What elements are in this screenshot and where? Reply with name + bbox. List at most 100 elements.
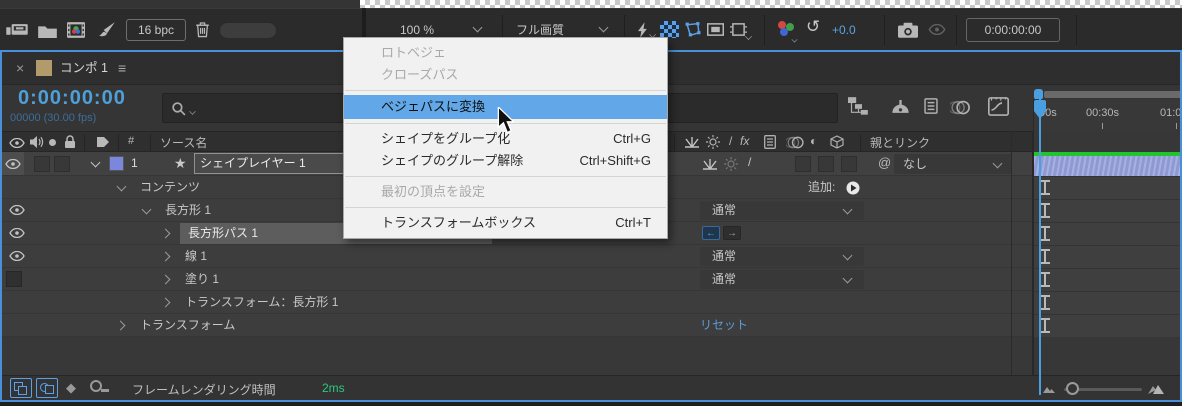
blend-mode-dropdown[interactable]: 通常	[700, 247, 864, 266]
eye-icon[interactable]	[9, 251, 25, 261]
property-label[interactable]: トランスフォーム：長方形 1	[185, 291, 338, 314]
transparency-grid-icon[interactable]	[660, 21, 679, 38]
motion-blur-column-icon[interactable]	[786, 136, 804, 149]
layer-label-swatch[interactable]	[109, 156, 124, 171]
time-ruler[interactable]: 00s 00:30s 01:00s	[1033, 99, 1182, 131]
zoom-out-mountain-icon[interactable]	[1043, 385, 1055, 393]
fx-column-icon[interactable]: fx	[740, 134, 749, 148]
zoom-in-mountain-icon[interactable]	[1148, 383, 1164, 394]
keyframe-ibeam[interactable]	[1040, 272, 1050, 287]
blend-mode-dropdown[interactable]: 通常	[700, 201, 864, 220]
new-folder-icon[interactable]	[38, 24, 57, 38]
timeline-zoom-knob[interactable]	[1066, 382, 1079, 395]
keyframe-ibeam[interactable]	[1040, 318, 1050, 333]
property-label[interactable]: 長方形パス 1	[188, 222, 258, 245]
number-column-header[interactable]: #	[128, 135, 134, 147]
trash-icon[interactable]	[196, 21, 209, 38]
audio-column-speaker-icon[interactable]	[30, 135, 44, 149]
chevron-down-icon[interactable]	[473, 23, 483, 33]
in-out-columns-toggle[interactable]: ◆	[66, 380, 76, 396]
frame-blending-icon[interactable]	[922, 98, 940, 114]
property-row-transform-rectangle[interactable]: トランスフォーム：長方形 1	[2, 291, 1033, 314]
chevron-down-icon[interactable]	[745, 33, 752, 40]
layer-visibility-cell[interactable]	[2, 152, 24, 175]
source-name-column-header[interactable]: ソース名	[160, 134, 207, 151]
switch-box[interactable]	[818, 156, 834, 172]
property-label[interactable]: コンテンツ	[140, 176, 200, 199]
switch-box[interactable]	[795, 156, 811, 172]
quality-column-icon[interactable]: /	[729, 134, 732, 148]
audio-toggle-box[interactable]	[34, 156, 50, 172]
graph-editor-icon[interactable]	[988, 97, 1009, 116]
current-timecode[interactable]: 0:00:00:00	[18, 87, 126, 110]
video-column-eye-icon[interactable]	[9, 138, 25, 148]
track-area[interactable]	[1034, 131, 1180, 375]
collapse-sun-icon[interactable]	[706, 135, 720, 149]
comp-color-swatch[interactable]	[36, 60, 52, 76]
keyframe-ibeam[interactable]	[1040, 180, 1050, 195]
fast-previews-icon[interactable]	[638, 22, 649, 38]
parent-link-column-header[interactable]: 親とリンク	[870, 134, 930, 151]
expand-chevron-icon[interactable]	[117, 182, 127, 192]
composition-nesting-toggle[interactable]	[10, 378, 32, 398]
new-composition-icon[interactable]	[67, 22, 85, 38]
collapsed-chevron-icon[interactable]	[161, 229, 171, 239]
channel-blue-icon[interactable]	[780, 28, 788, 36]
keyframe-ibeam[interactable]	[1040, 226, 1050, 241]
sun-switch-icon[interactable]	[724, 157, 738, 171]
playhead-handle[interactable]	[1033, 100, 1047, 120]
property-label[interactable]: 線 1	[185, 245, 207, 268]
switch-box[interactable]	[841, 156, 857, 172]
tab-comp-title[interactable]: コンポ 1	[60, 52, 108, 85]
keyframe-ibeam[interactable]	[1040, 203, 1050, 218]
parent-dropdown[interactable]: なし	[894, 154, 1012, 174]
add-play-icon[interactable]	[846, 181, 860, 195]
exposure-value[interactable]: +0.0	[832, 20, 856, 40]
property-row-stroke[interactable]: 線 1 通常	[2, 245, 1033, 268]
keyframe-ibeam[interactable]	[1040, 249, 1050, 264]
blend-mode-dropdown[interactable]: 通常	[700, 270, 864, 289]
solo-toggle-box[interactable]	[54, 156, 70, 172]
path-direction-normal-icon[interactable]: →	[723, 226, 741, 240]
region-of-interest-icon[interactable]	[707, 23, 724, 36]
keyframe-ibeam[interactable]	[1040, 295, 1050, 310]
brush-icon[interactable]	[98, 21, 116, 39]
layer-duration-bar[interactable]	[1034, 156, 1180, 176]
expand-chevron-icon[interactable]	[142, 205, 152, 215]
property-label[interactable]: 長方形 1	[165, 199, 211, 222]
lock-column-icon[interactable]	[64, 135, 76, 149]
chevron-down-icon[interactable]	[599, 23, 609, 33]
layer-expand-chevron-icon[interactable]	[91, 158, 101, 168]
property-label[interactable]: 塗り 1	[185, 268, 219, 291]
menu-item-ungroup-shapes[interactable]: シェイプのグループ解除Ctrl+Shift+G	[344, 150, 667, 172]
render-queue-icon[interactable]	[6, 23, 28, 38]
eye-icon[interactable]	[9, 228, 25, 238]
property-row-transform[interactable]: トランスフォーム リセット	[2, 314, 1033, 337]
collapsed-chevron-icon[interactable]	[161, 275, 171, 285]
playhead-line[interactable]	[1039, 99, 1041, 395]
visibility-toggle-box[interactable]	[6, 271, 22, 287]
collapse-column-icon[interactable]	[684, 136, 700, 148]
property-row-fill[interactable]: 塗り 1 通常	[2, 268, 1033, 291]
collapsed-chevron-icon[interactable]	[116, 321, 126, 331]
collapse-switch-icon[interactable]	[702, 158, 718, 170]
reset-exposure-icon[interactable]: ↺	[806, 17, 820, 37]
mini-flowchart-icon[interactable]	[848, 97, 869, 116]
snapshot-camera-icon[interactable]	[898, 22, 918, 38]
preview-timecode[interactable]: 0:00:00:00	[966, 18, 1060, 42]
collapsed-chevron-icon[interactable]	[161, 298, 171, 308]
eye-icon[interactable]	[9, 205, 25, 215]
mask-visibility-icon[interactable]	[684, 22, 701, 37]
pixel-aspect-correction-icon[interactable]	[730, 23, 747, 36]
menu-item-transform-box[interactable]: トランスフォームボックスCtrl+T	[344, 212, 667, 234]
work-area-bar[interactable]	[1044, 91, 1182, 98]
pickwhip-icon[interactable]: @	[878, 155, 891, 170]
collapsed-chevron-icon[interactable]	[161, 252, 171, 262]
frame-blend-column-icon[interactable]	[762, 135, 778, 149]
panel-menu-icon[interactable]: ≡	[118, 59, 126, 77]
three-d-column-icon[interactable]	[830, 135, 844, 149]
quality-switch-icon[interactable]: /	[748, 155, 751, 169]
property-label[interactable]: トランスフォーム	[140, 314, 235, 337]
chevron-down-icon[interactable]	[189, 108, 195, 114]
motion-blur-icon[interactable]	[950, 100, 970, 115]
